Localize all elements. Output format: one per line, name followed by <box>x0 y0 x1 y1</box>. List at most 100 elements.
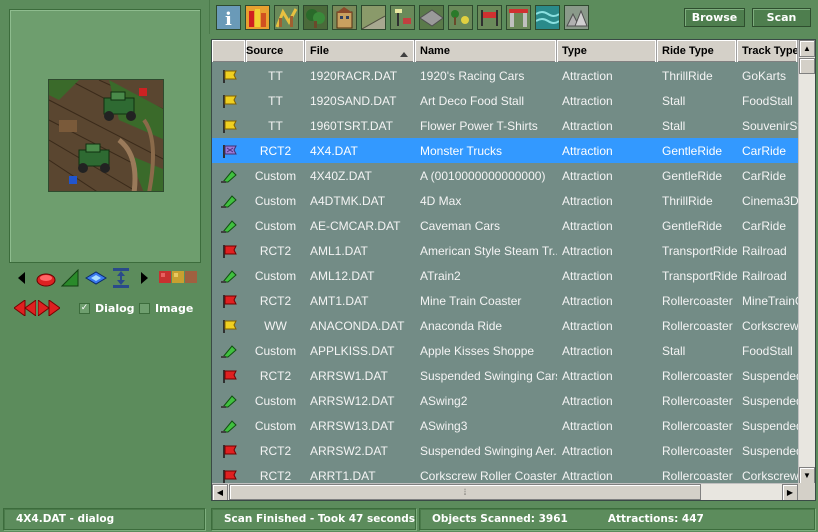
cell-file: 1920RACR.DAT <box>310 68 398 83</box>
cell-type: Attraction <box>562 243 613 258</box>
image-checkbox[interactable]: Image <box>139 302 193 315</box>
column-header-flag[interactable] <box>212 40 246 62</box>
scenery-small-icon[interactable] <box>448 5 473 30</box>
attractions-count: Attractions: 447 <box>607 513 704 525</box>
ride-icon[interactable] <box>245 5 270 30</box>
red-flag-icon <box>212 243 246 259</box>
green-flag-icon <box>212 268 246 284</box>
scroll-right-arrow-icon[interactable]: ▶ <box>782 484 798 500</box>
scenery-group-icon[interactable] <box>564 5 589 30</box>
scrollbar-corner <box>798 483 815 500</box>
cell-ride-type: Stall <box>662 343 686 358</box>
cell-track-type: SuspendedSwinging <box>742 418 798 433</box>
vertical-scrollbar[interactable]: ▲ ▼ <box>798 40 815 484</box>
cell-name: Art Deco Food Stall <box>420 93 525 108</box>
cell-name: Flower Power T-Shirts <box>420 118 538 133</box>
cell-ride-type: GentleRide <box>662 143 723 158</box>
color-swatch-icon[interactable] <box>159 270 197 284</box>
height-icon[interactable] <box>111 267 131 289</box>
wall-icon[interactable] <box>361 5 386 30</box>
column-header-source[interactable]: Source <box>246 40 305 62</box>
cell-type: Attraction <box>562 268 613 283</box>
cell-source: Custom <box>254 343 297 358</box>
horizontal-scroll-thumb[interactable]: ⦙ <box>229 484 701 500</box>
cell-name: 4D Max <box>420 193 462 208</box>
table-row[interactable]: RCT2 4X4.DAT Monster Trucks Attraction Gentl… <box>212 138 798 163</box>
cell-file: ARRSW2.DAT <box>310 443 388 458</box>
cell-ride-type: Stall <box>662 93 686 108</box>
red-flag-icon <box>212 443 246 459</box>
table-row[interactable]: Custom AML12.DAT ATrain2 Attraction Transpor… <box>212 263 798 288</box>
cell-file: ANACONDA.DAT <box>310 318 405 333</box>
cell-track-type: SouvenirStall <box>742 118 798 133</box>
table-row[interactable]: Custom APPLKISS.DAT Apple Kisses Shoppe Att… <box>212 338 798 363</box>
cell-type: Attraction <box>562 418 613 433</box>
prev-view-arrow-icon[interactable] <box>16 270 28 286</box>
cell-track-type: MineTrainCoaster <box>742 293 798 308</box>
cell-name: ASwing2 <box>420 393 468 408</box>
table-row[interactable]: Custom ARRSW12.DAT ASwing2 Attraction Roller… <box>212 388 798 413</box>
cell-track-type: CarRide <box>742 143 787 158</box>
table-row[interactable]: TT 1920SAND.DAT Art Deco Food Stall Attract… <box>212 88 798 113</box>
table-row[interactable]: Custom AE-CMCAR.DAT Caveman Cars Attraction… <box>212 213 798 238</box>
status-selection: 4X4.DAT - dialog <box>3 508 205 530</box>
table-row[interactable]: Custom ARRSW13.DAT ASwing3 Attraction Roller… <box>212 413 798 438</box>
building-icon[interactable] <box>332 5 357 30</box>
cell-file: AMT1.DAT <box>310 293 369 308</box>
dialog-checkbox-box[interactable]: ✓ <box>79 303 90 314</box>
rewind-icon[interactable] <box>14 299 36 317</box>
banner-icon[interactable] <box>477 5 502 30</box>
image-checkbox-box[interactable] <box>139 303 150 314</box>
browse-button[interactable]: Browse <box>684 8 745 27</box>
green-flag-icon <box>212 218 246 234</box>
red-flag-icon <box>212 368 246 384</box>
tracked-ride-icon[interactable] <box>274 5 299 30</box>
column-header-track-type[interactable]: Track Type <box>737 40 798 62</box>
tree-icon[interactable] <box>303 5 328 30</box>
vertical-scroll-thumb[interactable] <box>799 58 815 74</box>
table-row[interactable]: TT 1960TSRT.DAT Flower Power T-Shirts Attra… <box>212 113 798 138</box>
image-checkbox-label: Image <box>155 302 194 315</box>
dialog-checkbox[interactable]: ✓ Dialog <box>79 302 135 315</box>
column-header-file[interactable]: File <box>305 40 415 62</box>
cell-ride-type: GentleRide <box>662 168 723 183</box>
entrance-icon[interactable] <box>506 5 531 30</box>
table-row[interactable]: TT 1920RACR.DAT 1920's Racing Cars Attracti… <box>212 63 798 88</box>
cell-file: ARRSW12.DAT <box>310 393 395 408</box>
slope-icon[interactable] <box>61 268 79 288</box>
scroll-down-arrow-icon[interactable]: ▼ <box>799 467 815 484</box>
horizontal-scrollbar[interactable]: ◀ ⦙ ▶ <box>212 483 798 500</box>
scroll-left-arrow-icon[interactable]: ◀ <box>212 484 228 500</box>
fast-forward-icon[interactable] <box>38 299 60 317</box>
column-header-name[interactable]: Name <box>415 40 557 62</box>
water-icon[interactable] <box>535 5 560 30</box>
column-header-type[interactable]: Type <box>557 40 657 62</box>
objects-scanned-count: Objects Scanned: 3961 <box>432 513 568 525</box>
table-header: Source File Name Type Ride Type Track Ty… <box>212 40 798 62</box>
cell-file: ARRSW13.DAT <box>310 418 395 433</box>
cell-ride-type: GentleRide <box>662 218 723 233</box>
path-icon[interactable] <box>419 5 444 30</box>
cell-type: Attraction <box>562 343 613 358</box>
rotate-icon[interactable] <box>35 268 57 288</box>
water-view-icon[interactable] <box>84 268 108 288</box>
column-header-file-label: File <box>310 45 329 57</box>
next-view-arrow-icon[interactable] <box>138 270 150 286</box>
table-row[interactable]: Custom A4DTMK.DAT 4D Max Attraction ThrillRi… <box>212 188 798 213</box>
column-header-ride-type[interactable]: Ride Type <box>657 40 737 62</box>
table-row[interactable]: WW ANACONDA.DAT Anaconda Ride Attraction Rol… <box>212 313 798 338</box>
table-row[interactable]: RCT2 ARRSW2.DAT Suspended Swinging Aer... A… <box>212 438 798 463</box>
yellow-flag-icon <box>212 68 246 84</box>
table-row[interactable]: RCT2 ARRSW1.DAT Suspended Swinging Cars Att… <box>212 363 798 388</box>
cell-ride-type: ThrillRide <box>662 193 713 208</box>
cell-file: 1960TSRT.DAT <box>310 118 393 133</box>
status-scan: Scan Finished - Took 47 seconds <box>211 508 416 530</box>
scan-button[interactable]: Scan <box>752 8 811 27</box>
info-icon[interactable]: i <box>216 5 241 30</box>
table-row[interactable]: RCT2 AML1.DAT American Style Steam Tr... At… <box>212 238 798 263</box>
path-addition-icon[interactable] <box>390 5 415 30</box>
table-row[interactable]: RCT2 AMT1.DAT Mine Train Coaster Attraction… <box>212 288 798 313</box>
cell-type: Attraction <box>562 368 613 383</box>
scroll-up-arrow-icon[interactable]: ▲ <box>799 40 815 57</box>
table-row[interactable]: Custom 4X40Z.DAT A (0010000000000000) Attra… <box>212 163 798 188</box>
